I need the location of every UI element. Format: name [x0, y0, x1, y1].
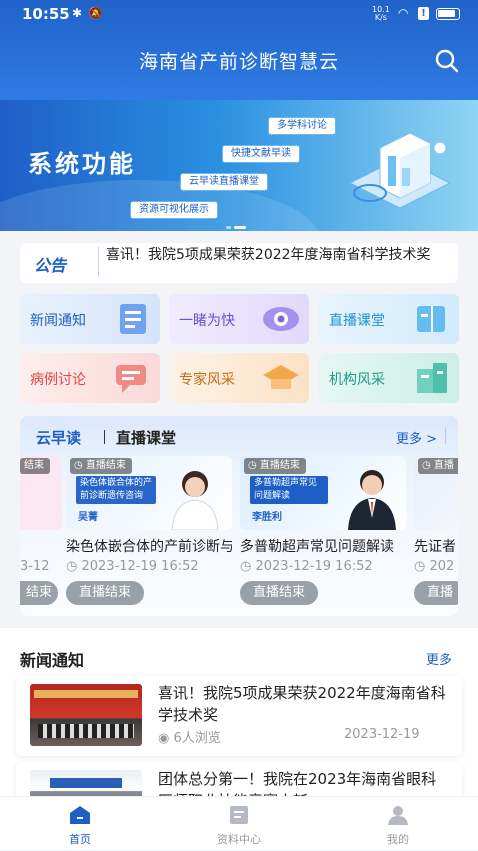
network-speed: 10.1 K/s: [372, 5, 390, 22]
tile-label: 病例讨论: [30, 372, 86, 388]
user-icon: [388, 806, 408, 825]
tile-experts[interactable]: 专家风采: [169, 353, 309, 403]
tab-morning-reading[interactable]: 云早读: [36, 427, 81, 448]
thumb-doctor: 吴菁: [78, 512, 98, 523]
card-date: ◷ 202: [414, 559, 455, 574]
news-item[interactable]: 喜讯！我院5项成果荣获2022年度海南省科学技术奖 ◉ 6人浏览 2023-12…: [16, 676, 462, 756]
tile-institutions[interactable]: 机构风采: [319, 353, 459, 403]
tile-live-class[interactable]: 直播课堂: [319, 294, 459, 344]
tile-case-discussion[interactable]: 病例讨论: [20, 353, 160, 403]
home-icon: [70, 806, 90, 824]
wifi-icon: ◠: [398, 6, 409, 20]
tile-label: 新闻通知: [30, 313, 86, 329]
notice-label: 公告: [34, 256, 67, 275]
notice-text[interactable]: 喜讯！我院5项成果荣获2022年度海南省科学技术奖: [106, 245, 451, 265]
carousel-dots: [226, 214, 256, 229]
tile-preview[interactable]: 一睹为快: [169, 294, 309, 344]
card-title: 多普勒超声常见问题解读: [240, 539, 394, 555]
chat-icon: [116, 365, 146, 393]
card-status-button[interactable]: 直播结束: [66, 581, 145, 605]
document-icon: [120, 304, 146, 334]
banner-pill: 快捷文献早读: [222, 145, 300, 163]
banner-heading: 系统功能: [28, 150, 136, 178]
thumb-doctor: 李胜利: [252, 512, 282, 523]
tile-news[interactable]: 新闻通知: [20, 294, 160, 344]
live-badge: ◷ 直播: [418, 458, 458, 474]
tile-label: 机构风采: [329, 372, 385, 388]
tab-label: 首页: [69, 833, 91, 846]
live-section: 云早读 直播课堂 更多 > 结束 3-12 结束 ◷ 直播结束 染色体嵌合体的产…: [20, 416, 458, 616]
tab-resources[interactable]: 资料中心: [189, 797, 289, 851]
card-date: ◷ 2023-12-19 16:52: [240, 559, 373, 574]
tab-label: 资料中心: [217, 833, 261, 846]
card-title: 染色体嵌合体的产前诊断与遗传咨询: [66, 539, 232, 555]
bluetooth-icon: ✱: [72, 6, 83, 20]
news-heading: 新闻通知: [20, 651, 85, 670]
search-icon[interactable]: [434, 48, 460, 74]
live-badge: ◷ 直播结束: [244, 458, 306, 474]
doctor-portrait: [171, 471, 219, 530]
graduation-cap-icon: [263, 365, 299, 389]
card-status-button[interactable]: 结束: [20, 581, 59, 605]
card-status-button[interactable]: 直播: [414, 581, 458, 605]
news-thumbnail: [30, 684, 142, 746]
eye-icon: [263, 307, 299, 331]
banner-pill: 资源可视化展示: [130, 201, 218, 219]
card-title: 先证者: [414, 539, 456, 555]
live-more-link[interactable]: 更多 >: [396, 428, 437, 447]
doctor-portrait: [348, 470, 396, 530]
news-date: 2023-12-19: [344, 727, 420, 742]
news-title: 喜讯！我院5项成果荣获2022年度海南省科学技术奖: [158, 684, 446, 724]
news-more-link[interactable]: 更多: [426, 649, 452, 668]
status-bar: 10:55 ✱ 🔕 10.1 K/s ◠ !: [0, 0, 478, 30]
card-date: ◷ 2023-12-19 16:52: [66, 559, 199, 574]
tab-label: 我的: [387, 833, 409, 846]
book-icon: [417, 306, 445, 332]
header-bar: 10:55 ✱ 🔕 10.1 K/s ◠ ! 海南省产前诊断智慧云: [0, 0, 478, 100]
tab-home[interactable]: 首页: [30, 797, 130, 851]
alert-icon: !: [418, 7, 429, 20]
banner-pill: 云早读直播课堂: [180, 173, 268, 191]
building-icon: [417, 363, 447, 393]
bottom-tab-bar: 首页 资料中心 我的: [0, 796, 478, 850]
page-title: 海南省产前诊断智慧云: [138, 51, 339, 73]
card-status-button[interactable]: 直播结束: [240, 581, 319, 605]
battery-icon: [436, 8, 460, 20]
status-time: 10:55: [22, 5, 70, 23]
news-views: ◉ 6人浏览: [158, 731, 221, 746]
live-badge: 结束: [20, 458, 50, 474]
tile-label: 直播课堂: [329, 313, 385, 329]
document-icon: [230, 806, 248, 824]
tab-profile[interactable]: 我的: [348, 797, 448, 851]
tab-live-class[interactable]: 直播课堂: [116, 427, 176, 448]
banner-carousel[interactable]: 系统功能 多学科讨论 快捷文献早读 云早读直播课堂 资源可视化展示: [0, 100, 478, 231]
card-date: 3-12: [20, 559, 50, 574]
thumb-title: 多普勒超声常见问题解读: [250, 476, 328, 504]
mute-icon: 🔕: [88, 6, 103, 20]
thumb-title: 染色体嵌合体的产前诊断遗传咨询: [76, 476, 156, 504]
isometric-illustration: [348, 132, 452, 209]
notice-bar[interactable]: 公告 喜讯！我院5项成果荣获2022年度海南省科学技术奖: [20, 243, 458, 283]
live-badge: ◷ 直播结束: [70, 458, 132, 474]
banner-pill: 多学科讨论: [268, 117, 336, 135]
tile-label: 专家风采: [179, 372, 235, 388]
tile-label: 一睹为快: [179, 313, 235, 329]
